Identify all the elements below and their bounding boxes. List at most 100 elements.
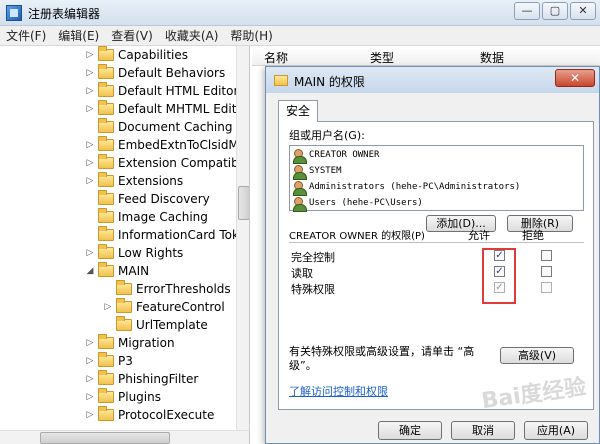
tree-item-label: P3 — [118, 354, 133, 368]
tree-item-label: ProtocolExecute — [118, 408, 215, 422]
tree-horizontal-scrollbar[interactable] — [0, 430, 249, 444]
expand-arrow-icon[interactable]: ▷ — [84, 406, 96, 424]
expand-arrow-icon[interactable]: ▷ — [84, 172, 96, 190]
folder-icon — [98, 370, 114, 385]
tree-item[interactable]: ▷ Default MHTML Editor — [84, 100, 249, 118]
dialog-close-button[interactable]: ✕ — [555, 69, 595, 87]
tree-item[interactable]: Feed Discovery — [84, 190, 210, 208]
tree-item[interactable]: ▷ PhishingFilter — [84, 370, 198, 388]
expand-arrow-icon[interactable] — [84, 190, 96, 208]
tree-item[interactable]: ▷ FeatureControl — [102, 298, 225, 316]
expand-arrow-icon[interactable]: ▷ — [84, 100, 96, 118]
tree-vertical-scrollbar[interactable] — [236, 46, 249, 430]
collapse-arrow-icon[interactable]: ◢ — [84, 262, 96, 280]
menu-view[interactable]: 查看(V) — [105, 27, 159, 44]
dialog-title: MAIN 的权限 — [294, 75, 365, 89]
menu-file[interactable]: 文件(F) — [0, 27, 52, 44]
cancel-button[interactable]: 取消 — [451, 421, 515, 440]
expand-arrow-icon[interactable]: ▷ — [84, 82, 96, 100]
access-control-help-link[interactable]: 了解访问控制和权限 — [289, 383, 388, 399]
expand-arrow-icon[interactable] — [102, 280, 114, 298]
tree-item[interactable]: ▷ Migration — [84, 334, 175, 352]
apply-button[interactable]: 应用(A) — [524, 421, 588, 440]
tree-item-label: Default MHTML Editor — [118, 102, 249, 116]
expand-arrow-icon[interactable]: ▷ — [84, 388, 96, 406]
tree-item-main[interactable]: ◢ MAIN — [84, 262, 149, 280]
tree-item[interactable]: ▷ Low Rights — [84, 244, 183, 262]
menu-favorites[interactable]: 收藏夹(A) — [159, 27, 225, 44]
expand-arrow-icon[interactable] — [84, 118, 96, 136]
registry-tree[interactable]: ▷ Capabilities ▷ Default Behaviors ▷ Defaul… — [0, 46, 250, 444]
expand-arrow-icon[interactable] — [84, 226, 96, 244]
tree-item-label: Migration — [118, 336, 175, 350]
deny-header: 拒绝 — [522, 229, 544, 242]
dialog-body: 安全 组或用户名(G): CREATOR OWNER SYSTEM Admini… — [273, 100, 594, 410]
expand-arrow-icon[interactable] — [84, 208, 96, 226]
user-list-item[interactable]: SYSTEM — [293, 163, 342, 180]
user-name: CREATOR OWNER — [309, 150, 380, 160]
tree-item-label: FeatureControl — [136, 300, 225, 314]
tree-item[interactable]: Image Caching — [84, 208, 208, 226]
folder-icon — [98, 154, 114, 169]
folder-icon — [98, 46, 114, 61]
expand-arrow-icon[interactable]: ▷ — [84, 352, 96, 370]
tree-item[interactable]: UrlTemplate — [102, 316, 208, 334]
expand-arrow-icon[interactable]: ▷ — [84, 370, 96, 388]
user-list[interactable]: CREATOR OWNER SYSTEM Administrators (heh… — [289, 145, 584, 212]
tree-item[interactable]: ▷ Extension Compatibility — [84, 154, 249, 172]
user-list-item[interactable]: Users (hehe-PC\Users) — [293, 195, 423, 212]
tree-item-label: Document Caching — [118, 120, 233, 134]
expand-arrow-icon[interactable]: ▷ — [84, 46, 96, 64]
tree-item[interactable]: InformationCard Toker — [84, 226, 250, 244]
expand-arrow-icon[interactable]: ▷ — [84, 334, 96, 352]
user-list-item[interactable]: CREATOR OWNER — [293, 147, 380, 164]
tree-item-label: InformationCard Toker — [118, 228, 250, 242]
tree-item[interactable]: ErrorThresholds — [102, 280, 231, 298]
tree-item[interactable]: ▷ P3 — [84, 352, 133, 370]
tree-item[interactable]: Document Caching — [84, 118, 232, 136]
tree-item[interactable]: ▷ Capabilities — [84, 46, 188, 64]
expand-arrow-icon[interactable]: ▷ — [84, 244, 96, 262]
tree-item[interactable]: ▷ Plugins — [84, 388, 161, 406]
allow-header: 允许 — [468, 229, 490, 242]
advanced-button[interactable]: 高级(V) — [500, 347, 574, 364]
user-list-item[interactable]: Administrators (hehe-PC\Administrators) — [293, 179, 521, 196]
column-name[interactable]: 名称 — [264, 49, 288, 66]
tree-item-label: Image Caching — [118, 210, 208, 224]
user-name: Users (hehe-PC\Users) — [309, 198, 423, 208]
tree-item[interactable]: ▷ Default Behaviors — [84, 64, 225, 82]
close-button[interactable]: ✕ — [570, 2, 596, 20]
tab-security[interactable]: 安全 — [278, 100, 318, 122]
tree-item-label: MAIN — [118, 264, 150, 278]
dialog-title-bar: MAIN 的权限 ✕ — [266, 67, 599, 93]
expand-arrow-icon[interactable] — [102, 316, 114, 334]
menu-edit[interactable]: 编辑(E) — [52, 27, 105, 44]
menu-help[interactable]: 帮助(H) — [224, 27, 278, 44]
tree-vertical-scroll-thumb[interactable] — [238, 186, 249, 220]
expand-arrow-icon[interactable]: ▷ — [84, 154, 96, 172]
column-type[interactable]: 类型 — [370, 49, 394, 66]
maximize-button[interactable]: ▢ — [542, 2, 568, 20]
expand-arrow-icon[interactable]: ▷ — [102, 298, 114, 316]
folder-icon — [98, 64, 114, 79]
deny-checkbox[interactable] — [541, 266, 552, 277]
tree-item[interactable]: ▷ Extensions — [84, 172, 183, 190]
user-name: Administrators (hehe-PC\Administrators) — [309, 182, 521, 192]
tree-item[interactable]: ▷ EmbedExtnToClsidMap — [84, 136, 249, 154]
tree-horizontal-scroll-thumb[interactable] — [40, 432, 170, 444]
expand-arrow-icon[interactable]: ▷ — [84, 64, 96, 82]
expand-arrow-icon[interactable]: ▷ — [84, 136, 96, 154]
tree-item[interactable]: ▷ ProtocolExecute — [84, 406, 214, 424]
tree-item-label: Capabilities — [118, 48, 188, 62]
folder-icon — [98, 208, 114, 223]
tree-item[interactable]: ▷ Default HTML Editor — [84, 82, 238, 100]
deny-checkbox[interactable] — [541, 250, 552, 261]
minimize-button[interactable]: — — [514, 2, 540, 20]
permission-row: 完全控制 ✓ — [289, 248, 584, 264]
folder-icon — [274, 75, 288, 86]
menu-bar: 文件(F) 编辑(E) 查看(V) 收藏夹(A) 帮助(H) — [0, 26, 600, 46]
column-data[interactable]: 数据 — [480, 49, 504, 66]
dialog-footer: 确定 取消 应用(A) — [266, 414, 599, 444]
advanced-note-line1: 有关特殊权限或高级设置，请单击 “高 — [289, 345, 475, 358]
ok-button[interactable]: 确定 — [378, 421, 442, 440]
